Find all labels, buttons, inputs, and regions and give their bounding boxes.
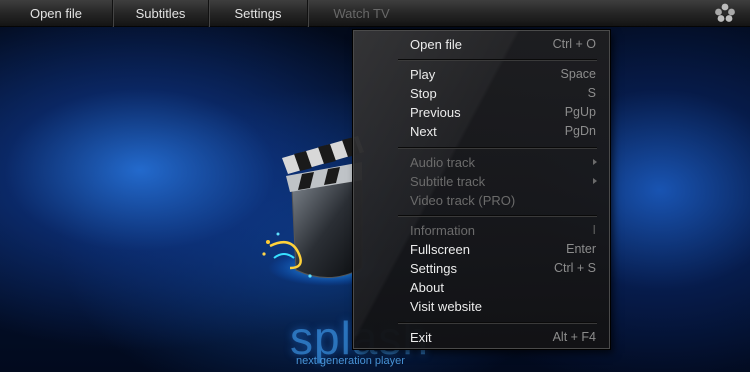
ctx-item-visit-website[interactable]: Visit website <box>354 297 609 316</box>
menu-settings[interactable]: Settings <box>209 0 308 27</box>
ctx-item-stop[interactable]: Stop S <box>354 84 609 103</box>
submenu-arrow-icon <box>593 159 597 165</box>
top-menu-bar: Open file Subtitles Settings Watch TV <box>0 0 750 27</box>
ctx-item-video-track: Video track (PRO) <box>410 193 516 208</box>
ctx-item-open-file[interactable]: Open file Ctrl + O <box>354 35 609 54</box>
context-menu: Open file Ctrl + O Play Space Stop S Pre… <box>353 30 610 349</box>
menu-separator <box>398 215 597 217</box>
ctx-item-exit[interactable]: Exit Alt + F4 <box>354 328 609 347</box>
ctx-item-fullscreen[interactable]: Fullscreen Enter <box>354 240 609 259</box>
ctx-item-previous[interactable]: Previous PgUp <box>354 103 609 122</box>
ctx-item-information: Information I <box>410 223 596 238</box>
ctx-item-play[interactable]: Play Space <box>354 65 609 84</box>
ctx-item-settings[interactable]: Settings Ctrl + S <box>354 259 609 278</box>
submenu-arrow-icon <box>593 178 597 184</box>
brand-tagline: next generation player <box>296 355 405 367</box>
ctx-item-subtitle-track: Subtitle track <box>354 172 609 191</box>
menu-separator <box>398 322 597 324</box>
ctx-item-audio-track: Audio track <box>354 153 609 172</box>
ctx-item-next[interactable]: Next PgDn <box>354 122 609 141</box>
menu-separator <box>398 147 597 149</box>
gear-icon[interactable] <box>714 3 736 23</box>
menu-open-file[interactable]: Open file <box>0 0 113 27</box>
menu-subtitles[interactable]: Subtitles <box>113 0 209 27</box>
ctx-item-about[interactable]: About <box>354 278 609 297</box>
player-window: Open file Subtitles Settings Watch TV ne… <box>0 0 750 372</box>
menu-separator <box>398 59 597 61</box>
menu-watch-tv: Watch TV <box>333 5 390 21</box>
